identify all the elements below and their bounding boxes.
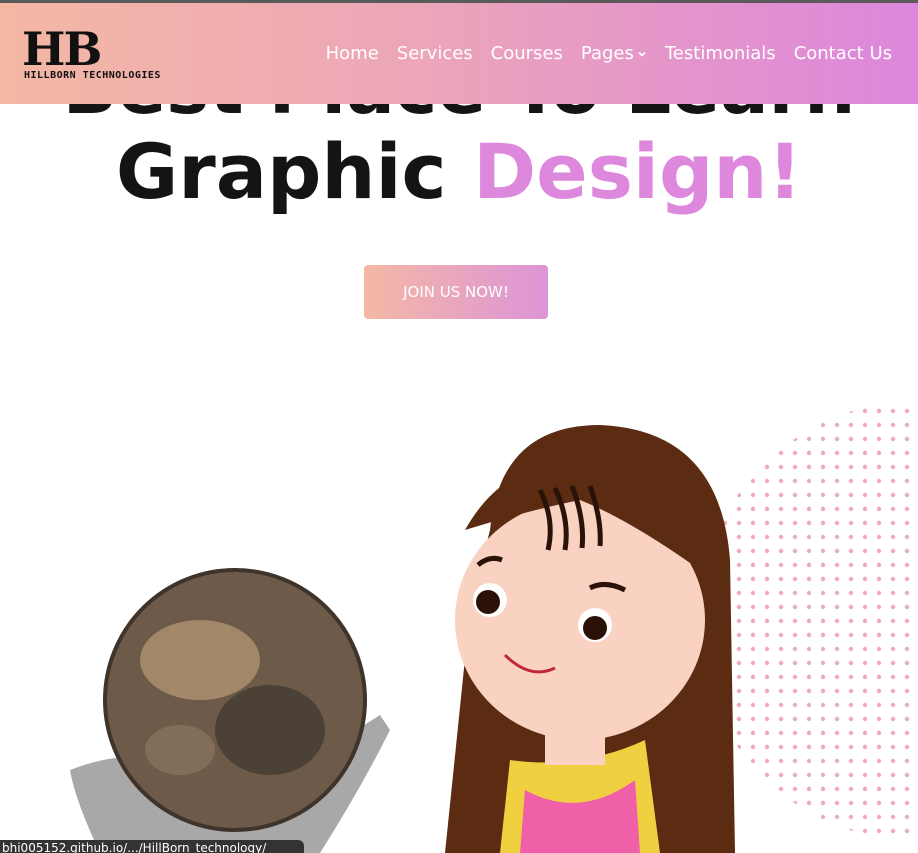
nav-services-label: Services <box>396 43 473 64</box>
girl-illustration <box>445 425 735 853</box>
join-us-button[interactable]: JOIN US NOW! <box>364 265 548 319</box>
hero-title-line2: Graphic Design! <box>0 126 918 218</box>
hero-title-main: Graphic <box>115 127 447 216</box>
main-nav: Home Services Courses Pages Testimonials… <box>326 43 892 64</box>
logo-mark: HB <box>22 22 102 76</box>
nav-courses-label: Courses <box>490 43 563 64</box>
hand-holding-globe-illustration <box>70 568 390 853</box>
nav-home[interactable]: Home <box>326 43 379 64</box>
nav-testimonials[interactable]: Testimonials <box>665 43 776 64</box>
site-logo[interactable]: HB HILLBORN TECHNOLOGIES <box>22 25 222 85</box>
chevron-down-icon <box>638 51 646 57</box>
nav-pages-label: Pages <box>580 43 634 64</box>
nav-contact-us-label: Contact Us <box>793 43 892 64</box>
status-bar-url: bhi005152.github.io/.../HillBorn_technol… <box>0 840 304 853</box>
nav-home-label: Home <box>325 43 379 64</box>
navbar: HB HILLBORN TECHNOLOGIES Home Services C… <box>0 3 918 104</box>
logo-wordmark: HILLBORN TECHNOLOGIES <box>24 70 161 81</box>
nav-contact-us[interactable]: Contact Us <box>794 43 892 64</box>
nav-services[interactable]: Services <box>397 43 473 64</box>
nav-courses[interactable]: Courses <box>491 43 563 64</box>
hero-title-accent: Design! <box>473 127 803 216</box>
nav-testimonials-label: Testimonials <box>664 43 776 64</box>
nav-pages[interactable]: Pages <box>581 43 647 64</box>
